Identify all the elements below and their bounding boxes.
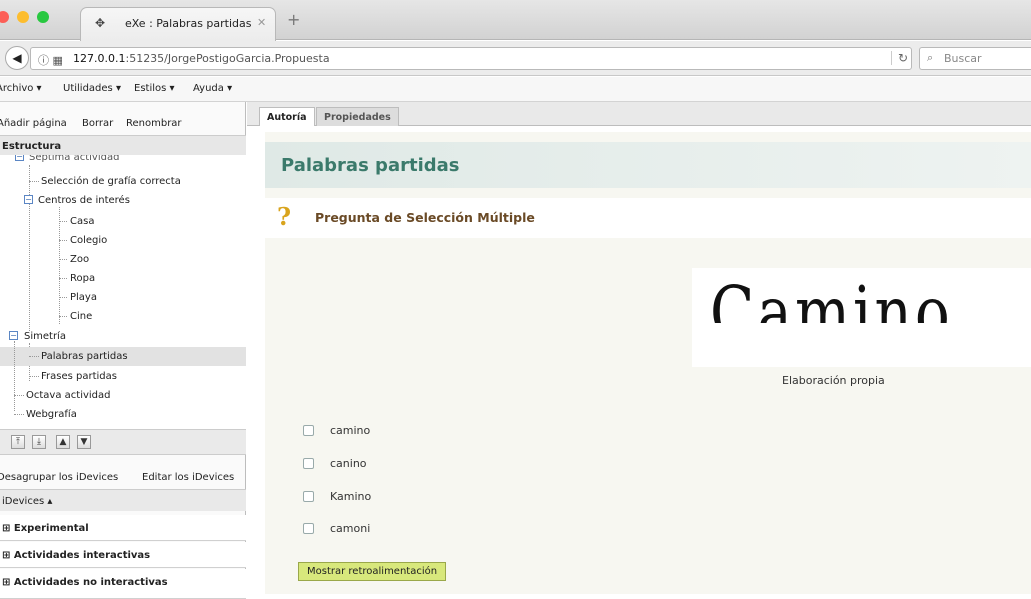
page-actions-bar: Añadir página Borrar Renombrar <box>0 112 246 134</box>
tree-node-ropa[interactable]: Ropa <box>0 269 246 288</box>
move-top-icon[interactable]: ⤒ <box>11 435 25 449</box>
idevices-header[interactable]: iDevices ▴ <box>0 489 246 511</box>
image-caption: Elaboración propia <box>782 374 885 387</box>
tree-node-casa[interactable]: Casa <box>0 212 246 231</box>
page-header: Palabras partidas <box>265 142 1031 188</box>
page-title: Palabras partidas <box>281 155 460 176</box>
exe-favicon-icon: ✥ <box>95 16 106 30</box>
reload-icon[interactable]: ↻ <box>891 51 908 65</box>
idevice-actions-bar: Desagrupar los iDevices Editar los iDevi… <box>0 467 246 487</box>
idevice-title: Pregunta de Selección Múltiple <box>315 210 535 225</box>
window-close-dot[interactable] <box>0 11 9 23</box>
page-content: Palabras partidas ? Pregunta de Selecció… <box>265 132 1031 594</box>
split-word-image: Camino <box>692 268 1031 367</box>
option-checkbox[interactable] <box>303 523 314 534</box>
tree-node-frases-partidas[interactable]: Frases partidas <box>0 367 246 386</box>
tree-node-zoo[interactable]: Zoo <box>0 250 246 269</box>
edit-idevices-link[interactable]: Editar los iDevices <box>142 472 234 483</box>
url-text: 127.0.0.1:51235/JorgePostigoGarcia.Propu… <box>73 52 330 65</box>
structure-tree: − Séptima actividad Selección de grafía … <box>0 155 246 429</box>
option-checkbox[interactable] <box>303 458 314 469</box>
option-checkbox[interactable] <box>303 425 314 436</box>
tree-node-seleccion[interactable]: Selección de grafía correcta <box>0 172 246 191</box>
menu-ayuda[interactable]: Ayuda ▾ <box>193 83 232 94</box>
tree-node-centros[interactable]: − Centros de interés <box>0 191 246 210</box>
main-panel: Autoría Propiedades Palabras partidas ? … <box>247 102 1031 594</box>
question-mark-icon: ? <box>277 202 292 231</box>
expand-icon: ⊞ <box>2 577 14 588</box>
add-page-button[interactable]: Añadir página <box>0 118 67 129</box>
menu-utilidades[interactable]: Utilidades ▾ <box>63 83 121 94</box>
browser-tab-bar: ✥ eXe : Palabras partidas ✕ + <box>0 0 1031 41</box>
tree-node-cine[interactable]: Cine <box>0 307 246 326</box>
move-up-icon[interactable]: ▲ <box>56 435 70 449</box>
structure-header: Estructura <box>0 135 246 155</box>
category-interactivas[interactable]: ⊞ Actividades interactivas <box>0 542 246 568</box>
option-checkbox[interactable] <box>303 491 314 502</box>
tree-node-octava[interactable]: Octava actividad <box>0 386 246 405</box>
editor-tabs: Autoría Propiedades <box>247 102 1031 126</box>
move-down-icon[interactable]: ▼ <box>77 435 91 449</box>
idevice-header: ? Pregunta de Selección Múltiple <box>265 198 1031 238</box>
tab-title: eXe : Palabras partidas <box>125 17 252 30</box>
tree-node-septima[interactable]: − Séptima actividad <box>0 155 246 167</box>
tree-node-webgrafia[interactable]: Webgrafía <box>0 405 246 424</box>
browser-nav-bar: ◀ ⓘ ▦ 127.0.0.1:51235/JorgePostigoGarcia… <box>0 41 1031 76</box>
expand-icon: ⊞ <box>2 550 14 561</box>
tree-node-colegio[interactable]: Colegio <box>0 231 246 250</box>
url-bar[interactable]: ⓘ ▦ 127.0.0.1:51235/JorgePostigoGarcia.P… <box>30 47 912 70</box>
move-bottom-icon[interactable]: ⤓ <box>32 435 46 449</box>
delete-page-button[interactable]: Borrar <box>82 118 113 129</box>
menu-estilos[interactable]: Estilos ▾ <box>134 83 175 94</box>
info-icon[interactable]: ⓘ ▦ <box>38 52 63 68</box>
collapse-icon[interactable]: − <box>9 331 18 340</box>
category-experimental[interactable]: ⊞ Experimental <box>0 515 246 541</box>
plus-icon[interactable]: + <box>287 10 300 29</box>
search-placeholder: Buscar <box>944 52 982 65</box>
back-arrow-icon[interactable]: ◀ <box>5 46 29 70</box>
search-input[interactable]: ⌕ Buscar <box>919 47 1031 70</box>
tree-node-playa[interactable]: Playa <box>0 288 246 307</box>
tab-propiedades[interactable]: Propiedades <box>316 107 399 126</box>
window-zoom-dot[interactable] <box>37 11 49 23</box>
close-icon[interactable]: ✕ <box>257 16 266 29</box>
search-icon: ⌕ <box>927 51 934 64</box>
show-feedback-button[interactable]: Mostrar retroalimentación <box>298 562 447 581</box>
browser-tab[interactable]: ✥ eXe : Palabras partidas ✕ <box>80 7 276 41</box>
expand-icon: ⊞ <box>2 523 14 534</box>
move-buttons-bar: ⤒ ⤓ ▲ ▼ <box>0 429 246 455</box>
app-menu-bar: Archivo ▾ Utilidades ▾ Estilos ▾ Ayuda ▾ <box>0 77 1031 102</box>
window-minimize-dot[interactable] <box>17 11 29 23</box>
left-panel: Añadir página Borrar Renombrar Estructur… <box>0 102 246 599</box>
ungroup-idevices-link[interactable]: Desagrupar los iDevices <box>0 472 118 483</box>
collapse-icon[interactable]: − <box>24 195 33 204</box>
rename-page-button[interactable]: Renombrar <box>126 118 182 129</box>
category-no-interactivas[interactable]: ⊞ Actividades no interactivas <box>0 569 246 599</box>
tree-node-simetria[interactable]: − Simetría <box>0 327 246 346</box>
tab-autoria[interactable]: Autoría <box>259 107 315 126</box>
menu-archivo[interactable]: Archivo ▾ <box>0 83 42 94</box>
collapse-icon[interactable]: − <box>15 155 24 161</box>
